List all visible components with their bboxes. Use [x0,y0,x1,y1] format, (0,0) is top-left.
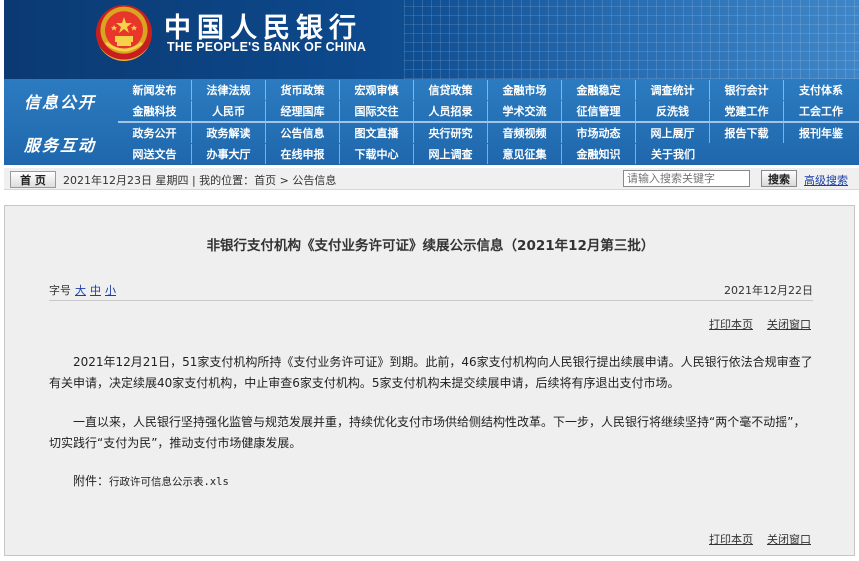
nav-item[interactable]: 支付体系 [784,80,858,100]
font-size-medium-link[interactable]: 中 [90,284,101,297]
nav-item[interactable]: 金融稳定 [562,80,636,100]
nav-item[interactable]: 征信管理 [562,101,636,121]
publish-date: 2021年12月22日 [724,284,813,297]
national-emblem-icon [96,5,152,61]
nav-item[interactable]: 工会工作 [784,101,858,121]
nav-row-4: 网送文告 办事大厅 在线申报 下载中心 网上调查 意见征集 金融知识 关于我们 [118,144,859,165]
nav-item[interactable]: 市场动态 [562,123,636,143]
home-button[interactable]: 首 页 [10,171,56,188]
nav-item[interactable]: 金融知识 [562,144,636,164]
font-size-large-link[interactable]: 大 [75,284,86,297]
nav-item[interactable]: 反洗钱 [636,101,710,121]
nav-item[interactable]: 党建工作 [710,101,784,121]
page-title: 非银行支付机构《支付业务许可证》续展公示信息（2021年12月第三批） [206,238,655,254]
nav-item[interactable]: 国际交往 [340,101,414,121]
article-meta: 字号大中小 2021年12月22日 [49,282,813,298]
breadcrumb: 2021年12月23日 星期四 | 我的位置：首页 > 公告信息 [63,174,337,187]
breadcrumb-bar: 首 页 2021年12月23日 星期四 | 我的位置：首页 > 公告信息 搜索 … [4,168,859,190]
nav-item[interactable]: 人民币 [192,101,266,121]
nav-item[interactable]: 央行研究 [414,123,488,143]
close-window-link[interactable]: 关闭窗口 [767,318,811,331]
font-size-controls: 字号大中小 [49,282,116,298]
nav-item[interactable]: 经理国库 [266,101,340,121]
nav-item[interactable]: 公告信息 [266,123,340,143]
nav-item[interactable]: 政务解读 [192,123,266,143]
search-input[interactable] [623,170,750,187]
nav-row-2: 金融科技 人民币 经理国库 国际交往 人员招录 学术交流 征信管理 反洗钱 党建… [118,101,859,122]
article-tools-top: 打印本页 关闭窗口 [695,316,811,332]
nav-item[interactable]: 货币政策 [266,80,340,100]
nav-item[interactable]: 政务公开 [118,123,192,143]
nav-item[interactable]: 报刊年鉴 [784,123,858,143]
banner-grid-decoration [404,0,859,79]
nav-item[interactable]: 意见征集 [488,144,562,164]
article-paragraph-1: 2021年12月21日，51家支付机构所持《支付业务许可证》到期。此前，46家支… [49,355,813,390]
nav-group-info-disclosure[interactable]: 信息公开 [4,79,116,122]
nav-item[interactable]: 网送文告 [118,144,192,164]
nav-item[interactable]: 网上展厅 [636,123,710,143]
font-size-small-link[interactable]: 小 [105,284,116,297]
search-button[interactable]: 搜索 [761,170,797,187]
attachment-file-link[interactable]: 行政许可信息公示表.xls [109,476,229,488]
divider [49,300,813,301]
nav-item[interactable]: 学术交流 [488,101,562,121]
nav-item[interactable]: 金融科技 [118,101,192,121]
nav-item[interactable]: 银行会计 [710,80,784,100]
site-banner: 中国人民银行 THE PEOPLE'S BANK OF CHINA [4,0,859,79]
print-link[interactable]: 打印本页 [709,318,753,331]
attachment-label: 附件： [73,474,110,488]
main-navigation: 信息公开 服务互动 新闻发布 法律法规 货币政策 宏观审慎 信贷政策 金融市场 … [4,79,859,165]
article-panel: 非银行支付机构《支付业务许可证》续展公示信息（2021年12月第三批） 字号大中… [4,205,855,556]
nav-item[interactable]: 下载中心 [340,144,414,164]
nav-row-1: 新闻发布 法律法规 货币政策 宏观审慎 信贷政策 金融市场 金融稳定 调查统计 … [118,80,859,101]
nav-item[interactable]: 人员招录 [414,101,488,121]
page: 中国人民银行 THE PEOPLE'S BANK OF CHINA 信息公开 服… [0,0,859,561]
font-size-label: 字号 [49,284,71,297]
nav-item[interactable]: 报告下载 [710,123,784,143]
advanced-search-link[interactable]: 高级搜索 [804,172,848,188]
nav-item[interactable]: 新闻发布 [118,80,192,100]
nav-item[interactable]: 法律法规 [192,80,266,100]
article-tools-bottom: 打印本页 关闭窗口 [695,531,811,547]
print-link[interactable]: 打印本页 [709,533,753,546]
close-window-link[interactable]: 关闭窗口 [767,533,811,546]
nav-item[interactable]: 网上调查 [414,144,488,164]
nav-item[interactable]: 关于我们 [636,144,710,164]
nav-item[interactable]: 办事大厅 [192,144,266,164]
article-paragraph-2: 一直以来，人民银行坚持强化监管与规范发展并重，持续优化支付市场供给侧结构性改革。… [49,415,806,450]
nav-item[interactable]: 音频视频 [488,123,562,143]
nav-group-service-interaction[interactable]: 服务互动 [4,122,116,165]
nav-item[interactable]: 信贷政策 [414,80,488,100]
nav-item[interactable]: 宏观审慎 [340,80,414,100]
attachment: 附件：行政许可信息公示表.xls [73,472,229,489]
nav-item[interactable]: 图文直播 [340,123,414,143]
nav-row-3: 政务公开 政务解读 公告信息 图文直播 央行研究 音频视频 市场动态 网上展厅 … [118,123,859,144]
nav-item[interactable]: 调查统计 [636,80,710,100]
nav-item[interactable]: 在线申报 [266,144,340,164]
nav-item[interactable]: 金融市场 [488,80,562,100]
site-title-en: THE PEOPLE'S BANK OF CHINA [167,40,367,54]
